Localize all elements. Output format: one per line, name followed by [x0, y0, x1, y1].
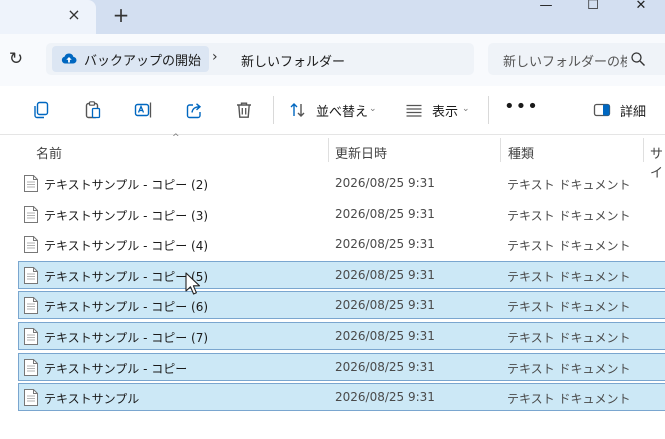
- maximize-icon[interactable]: ☐: [573, 0, 613, 18]
- file-name: テキストサンプル - コピー: [44, 362, 188, 376]
- file-modified-date: 2026/08/25 9:31: [335, 207, 435, 221]
- breadcrumb-backup[interactable]: バックアップの開始: [52, 46, 210, 72]
- cloud-upload-icon: [61, 53, 77, 64]
- minimize-icon[interactable]: —: [526, 0, 566, 18]
- file-modified-date: 2026/08/25 9:31: [335, 237, 435, 251]
- sort-icon[interactable]: [288, 100, 308, 120]
- file-modified-date: 2026/08/25 9:31: [335, 176, 435, 190]
- file-row[interactable]: テキストサンプル 2026/08/25 9:31 テキスト ドキュメント: [18, 383, 665, 411]
- file-type: テキスト ドキュメント: [507, 209, 631, 223]
- address-bar[interactable]: バックアップの開始 › 新しいフォルダー: [46, 43, 474, 75]
- column-header-name[interactable]: 名前: [36, 143, 62, 162]
- tab-new-folder[interactable]: ×: [0, 0, 96, 34]
- file-name: テキストサンプル - コピー (3): [44, 209, 209, 223]
- text-file-icon: [24, 359, 38, 376]
- file-name: テキストサンプル - コピー (7): [44, 331, 209, 345]
- file-row[interactable]: テキストサンプル - コピー (4) 2026/08/25 9:31 テキスト …: [18, 230, 665, 258]
- file-type: テキスト ドキュメント: [507, 392, 631, 406]
- file-row[interactable]: テキストサンプル - コピー 2026/08/25 9:31 テキスト ドキュメ…: [18, 353, 665, 381]
- view-button[interactable]: 表示: [432, 101, 458, 120]
- file-modified-date: 2026/08/25 9:31: [335, 360, 435, 374]
- file-type: テキスト ドキュメント: [507, 239, 631, 253]
- new-tab-icon[interactable]: +: [110, 4, 132, 26]
- text-file-icon: [24, 267, 38, 284]
- file-type: テキスト ドキュメント: [507, 178, 631, 192]
- file-modified-date: 2026/08/25 9:31: [335, 390, 435, 404]
- column-header-type[interactable]: 種類: [508, 143, 534, 162]
- file-type: テキスト ドキュメント: [507, 300, 631, 314]
- column-divider[interactable]: [643, 138, 644, 162]
- search-box[interactable]: 新しいフォルダーの検索: [488, 43, 665, 75]
- file-row[interactable]: テキストサンプル - コピー (5) 2026/08/25 9:31 テキスト …: [18, 261, 665, 289]
- toolbar-divider: [488, 96, 489, 124]
- view-icon[interactable]: [404, 100, 424, 120]
- sort-button[interactable]: 並べ替え: [316, 101, 368, 120]
- title-bar: × + — ☐ ✕: [0, 0, 665, 34]
- text-file-icon: [24, 236, 38, 253]
- details-pane-icon[interactable]: [592, 100, 612, 120]
- column-divider[interactable]: [500, 138, 501, 162]
- search-icon[interactable]: [630, 51, 646, 67]
- search-input[interactable]: 新しいフォルダーの検索: [503, 51, 627, 70]
- file-type: テキスト ドキュメント: [507, 270, 631, 284]
- file-row[interactable]: テキストサンプル - コピー (2) 2026/08/25 9:31 テキスト …: [18, 169, 665, 197]
- file-name: テキストサンプル - コピー (4): [44, 239, 209, 253]
- file-modified-date: 2026/08/25 9:31: [335, 268, 435, 282]
- paste-icon[interactable]: [83, 100, 103, 120]
- file-row[interactable]: テキストサンプル - コピー (6) 2026/08/25 9:31 テキスト …: [18, 291, 665, 319]
- close-tab-icon[interactable]: ×: [64, 5, 84, 25]
- column-header-row: ^ 名前 更新日時 種類 サイ: [0, 133, 665, 181]
- breadcrumb-label: バックアップの開始: [84, 53, 202, 69]
- text-file-icon: [24, 297, 38, 314]
- rename-icon[interactable]: [133, 100, 153, 120]
- command-bar: 並べ替え ⌄ 表示 ⌄ ••• 詳細: [0, 86, 665, 135]
- breadcrumb-current-folder[interactable]: 新しいフォルダー: [241, 51, 345, 70]
- toolbar-divider: [273, 96, 274, 124]
- sort-ascending-icon: ^: [172, 133, 180, 143]
- mouse-cursor-icon: [185, 272, 201, 295]
- file-name: テキストサンプル - コピー (6): [44, 300, 209, 314]
- text-file-icon: [24, 175, 38, 192]
- navigation-bar: ↻ バックアップの開始 › 新しいフォルダー 新しいフォルダーの検索: [0, 34, 665, 86]
- file-name: テキストサンプル - コピー (2): [44, 178, 209, 192]
- file-name: テキストサンプル: [44, 392, 140, 406]
- chevron-right-icon[interactable]: ›: [212, 49, 218, 65]
- file-name: テキストサンプル - コピー (5): [44, 270, 209, 284]
- refresh-icon[interactable]: ↻: [6, 49, 26, 69]
- chevron-down-icon[interactable]: ⌄: [462, 104, 470, 114]
- details-button[interactable]: 詳細: [620, 101, 646, 120]
- close-window-icon[interactable]: ✕: [621, 0, 661, 18]
- more-options-icon[interactable]: •••: [504, 96, 539, 117]
- text-file-icon: [24, 206, 38, 223]
- chevron-down-icon[interactable]: ⌄: [369, 104, 377, 114]
- file-type: テキスト ドキュメント: [507, 331, 631, 345]
- text-file-icon: [24, 389, 38, 406]
- file-modified-date: 2026/08/25 9:31: [335, 329, 435, 343]
- column-divider[interactable]: [328, 138, 329, 162]
- copy-icon[interactable]: [31, 100, 51, 120]
- file-type: テキスト ドキュメント: [507, 362, 631, 376]
- column-header-date[interactable]: 更新日時: [335, 143, 387, 162]
- file-modified-date: 2026/08/25 9:31: [335, 298, 435, 312]
- file-row[interactable]: テキストサンプル - コピー (7) 2026/08/25 9:31 テキスト …: [18, 322, 665, 350]
- share-icon[interactable]: [185, 100, 205, 120]
- trash-icon[interactable]: [234, 100, 254, 120]
- text-file-icon: [24, 328, 38, 345]
- file-row[interactable]: テキストサンプル - コピー (3) 2026/08/25 9:31 テキスト …: [18, 200, 665, 228]
